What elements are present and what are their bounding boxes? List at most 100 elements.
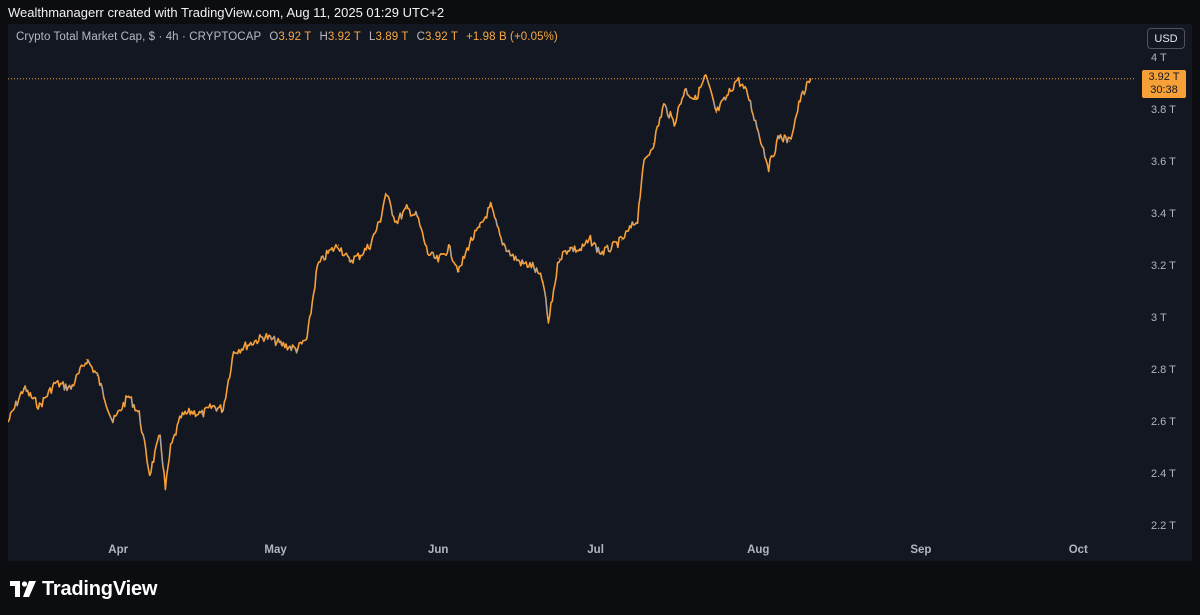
data-point xyxy=(38,405,41,407)
symbol-legend: Crypto Total Market Cap, $ · 4h · CRYPTO… xyxy=(16,31,558,43)
change-value: +1.98 B (+0.05%) xyxy=(466,31,558,43)
data-point xyxy=(789,140,791,142)
data-point xyxy=(264,335,266,337)
tradingview-logo-icon xyxy=(10,581,36,597)
data-point xyxy=(358,255,361,257)
data-point xyxy=(673,122,675,124)
y-tick-label: 4 T xyxy=(1151,52,1167,64)
x-tick-label: Jul xyxy=(587,544,604,556)
bar-countdown: 30:38 xyxy=(1150,84,1178,96)
data-point xyxy=(589,239,592,241)
data-point xyxy=(479,226,481,228)
data-point xyxy=(379,218,382,220)
data-point xyxy=(280,343,282,345)
data-point xyxy=(579,249,581,251)
data-point xyxy=(621,239,623,241)
data-point xyxy=(500,239,502,241)
low-value: 3.89 T xyxy=(375,31,409,43)
x-tick-label: Aug xyxy=(747,544,770,556)
y-tick-label: 2.6 T xyxy=(1151,416,1176,428)
data-point xyxy=(180,416,182,418)
data-point xyxy=(637,218,639,220)
data-point xyxy=(395,221,397,223)
data-point xyxy=(694,99,696,101)
data-point xyxy=(427,252,429,254)
data-point xyxy=(726,96,728,98)
tradingview-logo[interactable]: TradingView xyxy=(10,577,157,601)
data-point xyxy=(610,247,612,249)
data-point xyxy=(490,205,492,207)
data-point xyxy=(96,374,98,376)
x-tick-label: Sep xyxy=(910,544,932,556)
data-point xyxy=(369,244,371,246)
data-point xyxy=(201,413,203,415)
data-point xyxy=(558,257,560,259)
data-point xyxy=(348,260,350,262)
symbol-title[interactable]: Crypto Total Market Cap, $ · 4h · CRYPTO… xyxy=(16,31,261,43)
y-tick-label: 2.8 T xyxy=(1151,364,1176,376)
chart-panel[interactable]: Crypto Total Market Cap, $ · 4h · CRYPTO… xyxy=(8,24,1192,561)
high-value: 3.92 T xyxy=(327,31,361,43)
data-point xyxy=(715,112,717,114)
x-tick-label: Oct xyxy=(1068,544,1088,556)
high-label: H xyxy=(319,31,328,43)
data-point xyxy=(128,395,130,397)
x-tick-label: May xyxy=(264,544,287,556)
data-point xyxy=(521,262,523,264)
price-chart[interactable] xyxy=(8,24,1192,561)
data-point xyxy=(542,281,544,283)
last-price-tag: 3.92 T 30:38 xyxy=(1142,70,1186,98)
data-point xyxy=(54,382,56,384)
data-point xyxy=(684,88,686,90)
y-tick-label: 2.2 T xyxy=(1151,520,1176,532)
data-point xyxy=(799,99,801,101)
data-point xyxy=(600,252,602,254)
data-point xyxy=(316,265,319,267)
data-point xyxy=(170,447,172,449)
open-value: 3.92 T xyxy=(278,31,312,43)
y-tick-label: 3.2 T xyxy=(1151,260,1176,272)
data-point xyxy=(212,405,214,407)
data-point xyxy=(416,216,418,218)
data-point xyxy=(306,338,308,340)
chart-credit: Wealthmanagerr created with TradingView.… xyxy=(8,5,445,20)
data-point xyxy=(191,411,193,413)
data-point xyxy=(747,93,749,95)
data-point xyxy=(642,166,644,168)
data-point xyxy=(652,143,654,145)
y-tick-label: 3.6 T xyxy=(1151,156,1176,168)
data-point xyxy=(86,359,88,361)
data-point xyxy=(327,252,329,254)
data-point xyxy=(663,104,665,106)
last-price-value: 3.92 T xyxy=(1148,71,1180,83)
data-point xyxy=(406,208,408,210)
data-point xyxy=(159,434,161,436)
data-point xyxy=(757,130,759,132)
data-point xyxy=(70,387,72,389)
data-point xyxy=(233,351,235,353)
series-line xyxy=(8,74,812,491)
data-point xyxy=(23,387,25,389)
data-point xyxy=(778,135,780,137)
data-point xyxy=(568,247,571,249)
data-point xyxy=(222,408,224,410)
data-point xyxy=(138,413,140,415)
data-point xyxy=(296,348,298,350)
tradingview-brand: TradingView xyxy=(42,577,158,600)
close-label: C xyxy=(416,31,425,43)
data-point xyxy=(437,260,439,262)
y-tick-label: 3.8 T xyxy=(1151,104,1176,116)
data-point xyxy=(768,166,770,168)
data-point xyxy=(511,255,513,257)
y-tick-label: 2.4 T xyxy=(1151,468,1176,480)
data-point xyxy=(385,192,387,194)
close-value: 3.92 T xyxy=(424,31,458,43)
currency-button[interactable]: USD xyxy=(1147,28,1185,49)
data-point xyxy=(149,473,151,475)
data-point xyxy=(164,489,166,491)
y-tick-label: 3.4 T xyxy=(1151,208,1176,220)
x-tick-label: Jun xyxy=(427,544,449,556)
data-point xyxy=(448,247,450,249)
data-point xyxy=(469,242,471,244)
data-point xyxy=(337,244,340,246)
